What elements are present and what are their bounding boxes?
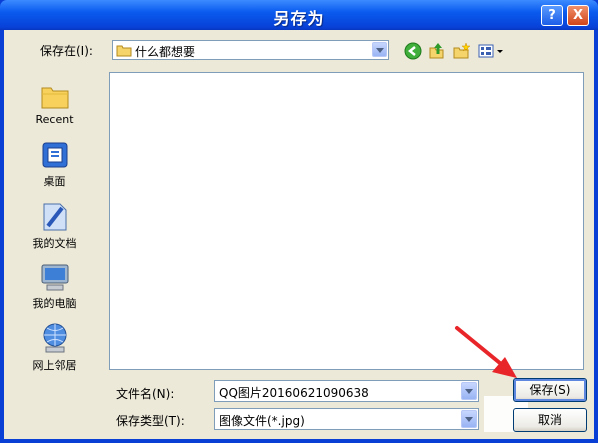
dialog-title: 另存为 [273, 9, 325, 28]
close-button[interactable]: X [567, 5, 589, 26]
places-bar: Recent 桌面 我的文档 我的电脑 网上邻居 [5, 74, 104, 404]
desktop-icon [42, 142, 67, 168]
new-folder-icon[interactable] [453, 42, 471, 60]
up-folder-icon[interactable] [428, 42, 446, 60]
lookin-label: 保存在(I): [40, 44, 93, 58]
cancel-button[interactable]: 取消 [513, 408, 587, 432]
filename-value: QQ图片20160621090638 [219, 386, 369, 400]
back-icon[interactable] [404, 42, 422, 60]
place-recent[interactable]: Recent [5, 82, 104, 126]
file-list[interactable] [109, 72, 584, 370]
filetype-label: 保存类型(T): [116, 414, 185, 428]
chevron-down-icon[interactable] [372, 42, 387, 57]
place-desktop[interactable]: 桌面 [5, 140, 104, 189]
filename-input[interactable]: QQ图片20160621090638 [214, 380, 479, 402]
filename-label: 文件名(N): [116, 387, 175, 401]
help-icon: ? [548, 8, 556, 23]
lookin-value: 什么都想要 [135, 45, 196, 59]
documents-icon [43, 203, 66, 231]
place-label: 桌面 [43, 175, 66, 188]
place-label: 我的电脑 [32, 297, 77, 310]
place-label: 网上邻居 [32, 359, 77, 372]
save-as-dialog: 另存为 ? X 保存在(I): 什么都想要 Recent 桌面 我的文档 我的电… [0, 0, 598, 443]
recent-icon [41, 87, 68, 109]
chevron-down-icon[interactable] [461, 410, 477, 428]
computer-icon [41, 264, 68, 291]
lookin-dropdown[interactable]: 什么都想要 [112, 40, 389, 60]
save-button[interactable]: 保存(S) [513, 378, 587, 402]
chevron-down-icon[interactable] [461, 382, 477, 400]
place-computer[interactable]: 我的电脑 [5, 262, 104, 311]
place-documents[interactable]: 我的文档 [5, 200, 104, 251]
filetype-value: 图像文件(*.jpg) [219, 414, 305, 428]
filetype-dropdown[interactable]: 图像文件(*.jpg) [214, 408, 479, 430]
place-label: 我的文档 [32, 237, 77, 250]
network-icon [43, 323, 66, 353]
place-label: Recent [35, 113, 74, 126]
title-bar[interactable]: 另存为 ? X [0, 0, 598, 30]
view-menu-icon[interactable] [478, 42, 506, 60]
close-icon: X [572, 8, 584, 23]
folder-icon [116, 45, 132, 57]
dialog-body: 保存在(I): 什么都想要 Recent 桌面 我的文档 我的电脑 网上邻居 文… [4, 30, 594, 439]
place-network[interactable]: 网上邻居 [5, 322, 104, 373]
help-button[interactable]: ? [541, 5, 563, 26]
